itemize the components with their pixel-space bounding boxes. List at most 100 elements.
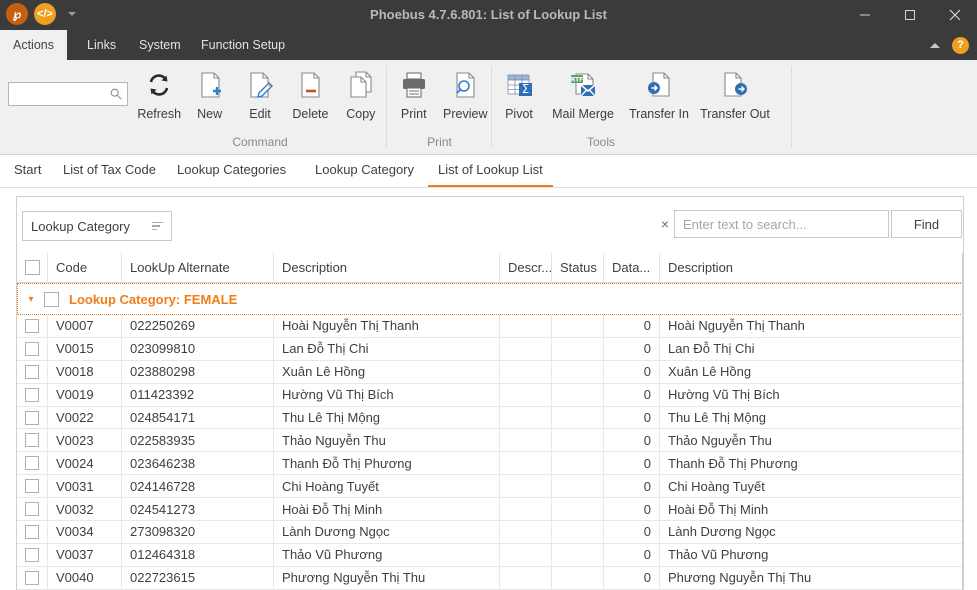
cell-description-2: Thảo Nguyễn Thu xyxy=(668,432,772,448)
table-row[interactable]: V0023 022583935 Thảo Nguyễn Thu 0 Thảo N… xyxy=(17,429,963,453)
row-checkbox[interactable] xyxy=(25,387,39,402)
row-checkbox[interactable] xyxy=(25,502,39,517)
row-checkbox[interactable] xyxy=(25,364,39,379)
cell-description: Lan Đỗ Thị Chi xyxy=(274,337,500,360)
ribbon-tab-system[interactable]: System xyxy=(126,30,194,60)
ribbon-group-print: Print Preview Print xyxy=(388,60,491,154)
table-row[interactable]: V0007 022250269 Hoài Nguyễn Thị Thanh 0 … xyxy=(17,315,963,338)
table-row[interactable]: V0034 273098320 Lành Dương Ngọc 0 Lành D… xyxy=(17,521,963,544)
row-select-cell[interactable] xyxy=(17,406,48,429)
copy-icon xyxy=(345,69,377,101)
row-checkbox[interactable] xyxy=(25,547,39,562)
doc-tab-list-of-lookup-list[interactable]: List of Lookup List xyxy=(428,155,553,187)
refresh-button[interactable]: Refresh xyxy=(134,63,184,121)
cell-alternate: 023880298 xyxy=(122,360,274,383)
cell-code: V0018 xyxy=(48,360,122,383)
table-row[interactable]: V0015 023099810 Lan Đỗ Thị Chi 0 Lan Đỗ … xyxy=(17,337,963,361)
ribbon-tab-actions[interactable]: Actions xyxy=(0,30,67,60)
new-label: New xyxy=(197,107,223,121)
pivot-table-icon: Σ xyxy=(503,69,535,101)
cell-data: 0 xyxy=(604,498,660,521)
column-header-descr[interactable]: Descr... xyxy=(500,253,552,282)
help-icon[interactable]: ? xyxy=(952,36,969,54)
row-checkbox[interactable] xyxy=(25,524,39,539)
transfer-out-button[interactable]: Transfer Out xyxy=(697,63,773,121)
delete-label: Delete xyxy=(292,107,329,121)
column-header-data[interactable]: Data... xyxy=(604,253,660,282)
copy-button[interactable]: Copy xyxy=(336,63,386,121)
row-select-cell[interactable] xyxy=(17,429,48,452)
transfer-in-button[interactable]: Transfer In xyxy=(621,63,697,121)
row-checkbox[interactable] xyxy=(25,341,39,356)
chevron-down-icon[interactable]: ▾ xyxy=(18,294,44,305)
preview-button[interactable]: Preview xyxy=(440,63,492,121)
mail-merge-button[interactable]: RTF Mail Merge xyxy=(545,63,621,121)
transfer-in-icon xyxy=(643,69,675,101)
delete-button[interactable]: Delete xyxy=(285,63,335,121)
ribbon-tab-function-setup[interactable]: Function Setup xyxy=(188,30,298,60)
table-row[interactable]: V0018 023880298 Xuân Lê Hồng 0 Xuân Lê H… xyxy=(17,360,963,384)
edit-button[interactable]: Edit xyxy=(235,63,285,121)
cell-descr xyxy=(500,521,552,543)
select-all-checkbox[interactable] xyxy=(24,260,40,275)
group-select-checkbox[interactable] xyxy=(44,291,59,307)
table-row[interactable]: V0024 023646238 Thanh Đỗ Thị Phương 0 Th… xyxy=(17,452,963,476)
row-select-cell[interactable] xyxy=(17,566,48,589)
window-title: Phoebus 4.7.6.801: List of Lookup List xyxy=(370,7,607,22)
select-all-header[interactable] xyxy=(17,253,48,282)
lookup-category-selector[interactable]: Lookup Category xyxy=(22,211,172,241)
doc-tab-start[interactable]: Start xyxy=(4,155,51,187)
doc-tab-lookup-categories[interactable]: Lookup Categories xyxy=(167,155,296,187)
row-select-cell[interactable] xyxy=(17,315,48,337)
collapse-ribbon-icon[interactable] xyxy=(930,42,940,48)
row-select-cell[interactable] xyxy=(17,452,48,475)
row-checkbox[interactable] xyxy=(25,433,39,448)
row-select-cell[interactable] xyxy=(17,383,48,406)
table-row[interactable]: V0031 024146728 Chi Hoàng Tuyết 0 Chi Ho… xyxy=(17,475,963,499)
pivot-button[interactable]: Σ Pivot xyxy=(493,63,545,121)
cell-alternate: 273098320 xyxy=(122,521,274,543)
ribbon-tab-links[interactable]: Links xyxy=(74,30,129,60)
cell-descr xyxy=(500,429,552,452)
table-row[interactable]: V0019 011423392 Hường Vũ Thị Bích 0 Hườn… xyxy=(17,383,963,407)
doc-tab-list-of-tax-code[interactable]: List of Tax Code xyxy=(53,155,166,187)
table-row[interactable]: V0037 012464318 Thảo Vũ Phương 0 Thảo Vũ… xyxy=(17,543,963,567)
search-input[interactable] xyxy=(674,210,889,238)
ribbon-search-box[interactable] xyxy=(8,82,128,106)
cell-data: 0 xyxy=(604,452,660,475)
row-select-cell[interactable] xyxy=(17,498,48,521)
doc-tab-lookup-category[interactable]: Lookup Category xyxy=(305,155,424,187)
column-header-description-2[interactable]: Description xyxy=(660,253,962,282)
column-header-description[interactable]: Description xyxy=(274,253,500,282)
clear-search-icon[interactable]: × xyxy=(657,216,673,232)
row-checkbox[interactable] xyxy=(25,456,39,471)
find-button[interactable]: Find xyxy=(891,210,962,238)
maximize-button[interactable] xyxy=(887,0,932,30)
cell-alternate: 022250269 xyxy=(122,315,274,337)
row-select-cell[interactable] xyxy=(17,360,48,383)
row-checkbox[interactable] xyxy=(25,570,39,585)
cell-status xyxy=(552,452,604,475)
print-button[interactable]: Print xyxy=(388,63,440,121)
row-select-cell[interactable] xyxy=(17,337,48,360)
table-row[interactable]: V0032 024541273 Hoài Đỗ Thị Minh 0 Hoài … xyxy=(17,498,963,522)
row-checkbox[interactable] xyxy=(25,410,39,425)
row-select-cell[interactable] xyxy=(17,475,48,498)
table-row[interactable]: V0022 024854171 Thu Lê Thị Mộng 0 Thu Lê… xyxy=(17,406,963,430)
column-header-status[interactable]: Status xyxy=(552,253,604,282)
new-button[interactable]: New xyxy=(184,63,234,121)
row-checkbox[interactable] xyxy=(25,318,39,333)
table-row[interactable]: V0040 022723615 Phương Nguyễn Thị Thu 0 … xyxy=(17,566,963,590)
row-select-cell[interactable] xyxy=(17,521,48,543)
row-checkbox[interactable] xyxy=(25,479,39,494)
minimize-button[interactable] xyxy=(842,0,887,30)
grid-header-row: Code LookUp Alternate Description Descr.… xyxy=(17,253,963,283)
close-button[interactable] xyxy=(932,0,977,30)
ribbon-group-command: Refresh New Edit Delete Copy Command xyxy=(134,60,386,154)
cell-data: 0 xyxy=(604,521,660,543)
row-select-cell[interactable] xyxy=(17,543,48,566)
column-header-lookup-alternate[interactable]: LookUp Alternate xyxy=(122,253,274,282)
column-header-code[interactable]: Code xyxy=(48,253,122,282)
cell-descr xyxy=(500,315,552,337)
group-header-row[interactable]: ▾ Lookup Category: FEMALE xyxy=(17,283,963,315)
